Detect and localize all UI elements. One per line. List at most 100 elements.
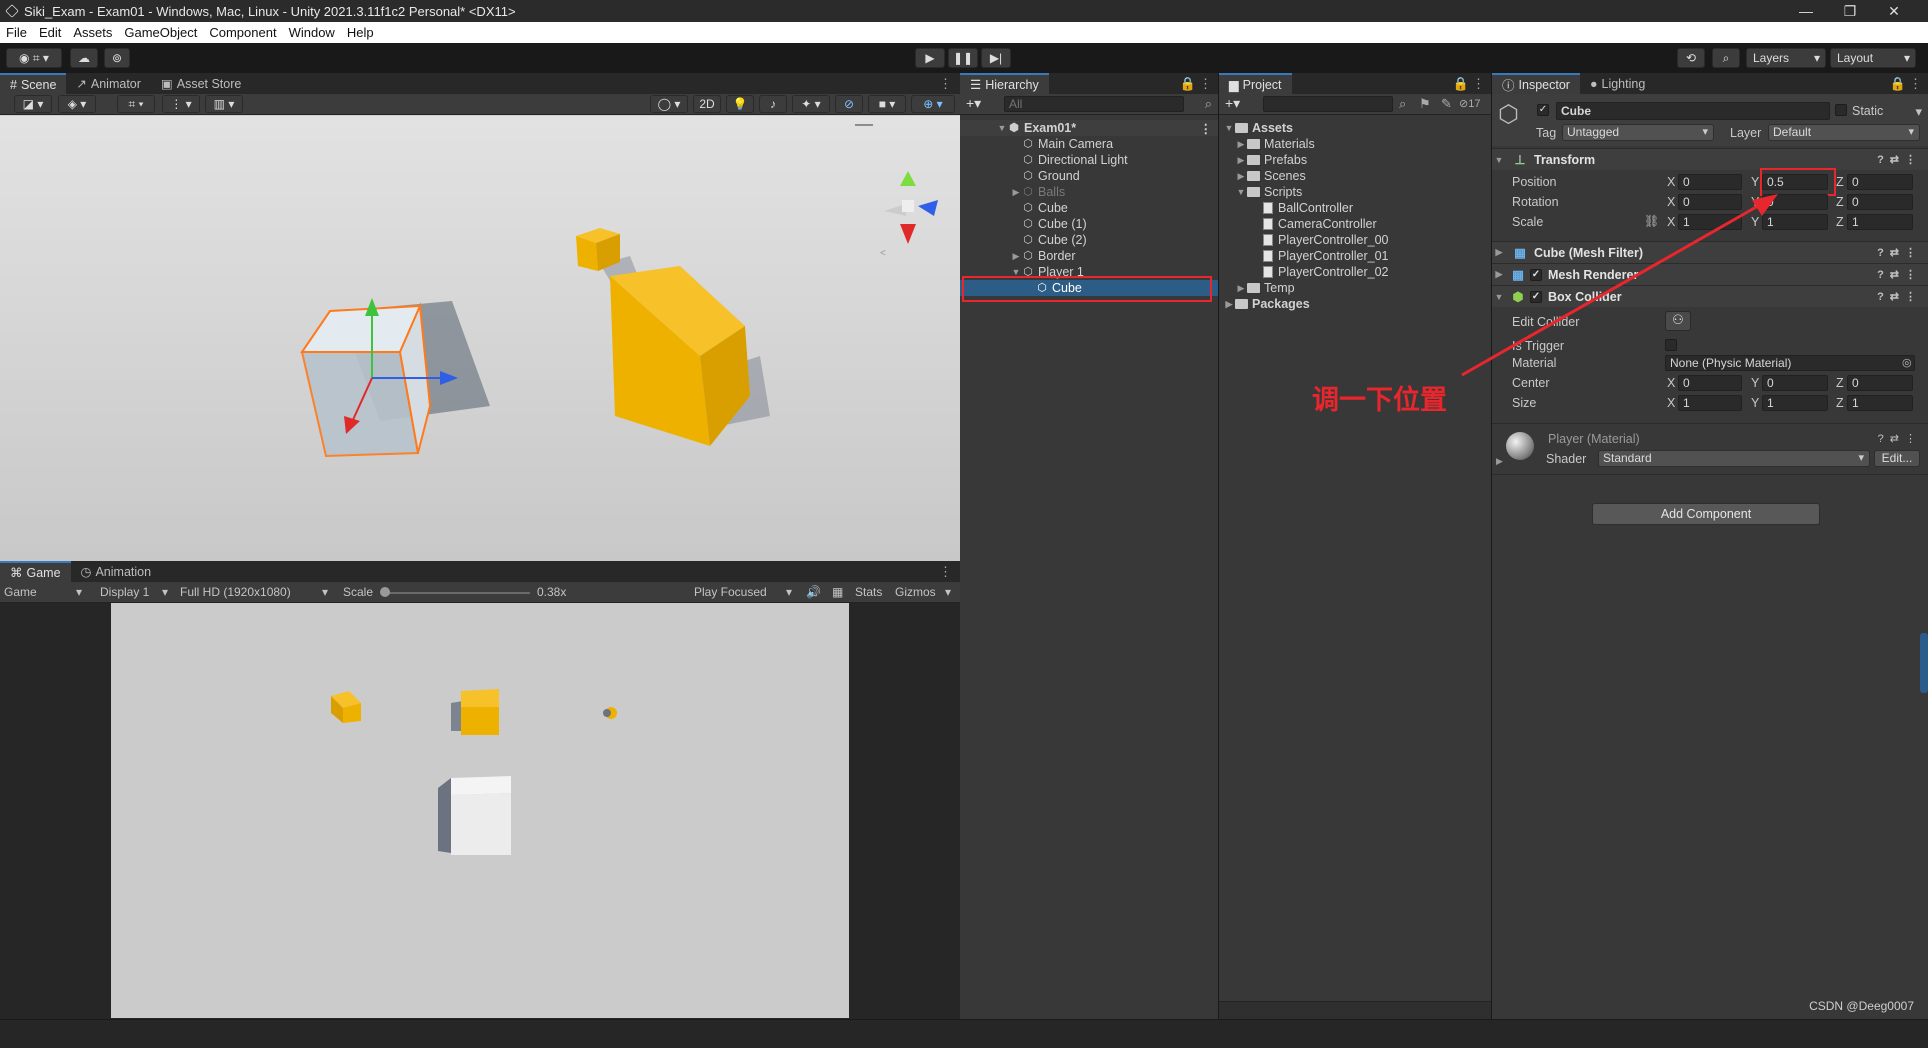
cloud-icon[interactable]: ☁ bbox=[70, 48, 98, 68]
menu-lines-icon[interactable] bbox=[855, 124, 873, 126]
tab-animation[interactable]: ◷ Animation bbox=[71, 561, 162, 582]
close-icon[interactable]: ✕ bbox=[1872, 0, 1916, 22]
menu-gameobject[interactable]: GameObject bbox=[118, 25, 203, 40]
expand-arrow-icon[interactable]: ▶ bbox=[1235, 155, 1247, 166]
component-icons[interactable]: ?⇄⋮ bbox=[1877, 290, 1922, 303]
lock-icon[interactable]: 🔒 bbox=[1890, 76, 1906, 92]
tab-game[interactable]: ⌘ Game bbox=[0, 561, 71, 582]
tab-asset-store[interactable]: ▣ Asset Store bbox=[151, 73, 251, 94]
chevron-down-icon[interactable]: ▾ bbox=[1915, 104, 1922, 120]
list-item[interactable]: ⬡ Main Camera bbox=[960, 136, 1218, 152]
object-picker-icon[interactable]: ◎ bbox=[1902, 356, 1912, 369]
grid-dropdown[interactable]: ⋮ ▾ bbox=[162, 95, 200, 113]
expand-arrow-icon[interactable]: ▶ bbox=[1235, 283, 1247, 294]
tag-dropdown[interactable]: Untagged bbox=[1562, 124, 1714, 141]
list-item[interactable]: ▶ Materials bbox=[1219, 136, 1491, 152]
static-checkbox[interactable] bbox=[1835, 104, 1847, 116]
resolution-dropdown[interactable]: Full HD (1920x1080) ▾ bbox=[180, 585, 334, 599]
list-item[interactable]: ⬡ Cube (2) bbox=[960, 232, 1218, 248]
add-component-button[interactable]: Add Component bbox=[1592, 503, 1820, 525]
expand-arrow-icon[interactable]: ▼ bbox=[1235, 187, 1247, 197]
expand-arrow-icon[interactable]: ▶ bbox=[1010, 187, 1022, 198]
component-icons[interactable]: ?⇄⋮ bbox=[1877, 246, 1922, 259]
lock-icon[interactable]: 🔒 bbox=[1180, 76, 1196, 92]
expand-arrow-icon[interactable]: ▶ bbox=[1496, 456, 1503, 467]
list-item[interactable]: ⬡ Cube (1) bbox=[960, 216, 1218, 232]
mute-audio-icon[interactable]: 🔊 bbox=[806, 585, 821, 599]
kebab-menu-icon[interactable]: ⋮ bbox=[1909, 76, 1922, 92]
account-button[interactable]: ◉ ⌗ ▾ bbox=[6, 48, 62, 68]
scale-slider-thumb[interactable] bbox=[379, 587, 390, 597]
list-item[interactable]: ▼ ⬢ Exam01* ⋮ bbox=[960, 120, 1218, 136]
shader-edit-button[interactable]: Edit... bbox=[1874, 450, 1920, 467]
active-checkbox[interactable]: ✓ bbox=[1537, 104, 1549, 116]
lighting-toggle-icon[interactable]: 💡 bbox=[726, 95, 754, 113]
gizmos-dropdown[interactable]: Gizmos ▾ bbox=[895, 585, 957, 599]
search-icon[interactable]: ⌕ bbox=[1712, 48, 1740, 68]
gizmos-dropdown[interactable]: ⊕ ▾ bbox=[911, 95, 955, 113]
expand-arrow-icon[interactable]: ▼ bbox=[1223, 123, 1235, 133]
component-icons[interactable]: ?⇄⋮ bbox=[1878, 432, 1922, 445]
draw-mode-dropdown[interactable]: ◪ ▾ bbox=[14, 95, 52, 113]
tab-hierarchy[interactable]: ☰ Hierarchy bbox=[960, 73, 1049, 94]
kebab-menu-icon[interactable]: ⋮ bbox=[1472, 76, 1485, 92]
collab-icon[interactable]: ⊚ bbox=[104, 48, 130, 68]
maximize-icon[interactable]: ❐ bbox=[1828, 0, 1872, 22]
kebab-menu-icon[interactable]: ⋮ bbox=[1199, 76, 1212, 92]
expand-arrow-icon[interactable]: ▶ bbox=[1223, 299, 1235, 310]
object-name-field[interactable]: Cube bbox=[1556, 102, 1830, 120]
hidden-packages-count[interactable]: ⊘17 bbox=[1459, 97, 1480, 110]
component-icons[interactable]: ?⇄⋮ bbox=[1877, 153, 1922, 166]
list-item[interactable]: ▼ Assets bbox=[1219, 120, 1491, 136]
effects-dropdown[interactable]: ✦ ▾ bbox=[792, 95, 830, 113]
kebab-menu-icon[interactable]: ⋮ bbox=[939, 564, 952, 580]
scene-search-icon[interactable]: ⌕ bbox=[1205, 96, 1212, 112]
hierarchy-search-input[interactable] bbox=[1004, 96, 1184, 112]
step-button[interactable]: ▶| bbox=[981, 48, 1011, 68]
tab-project[interactable]: ▆ Project bbox=[1219, 73, 1292, 94]
scene-viewport[interactable]: < bbox=[0, 116, 960, 561]
tag-icon[interactable]: ✎ bbox=[1441, 96, 1452, 112]
game-viewport[interactable] bbox=[111, 603, 849, 1018]
component-icons[interactable]: ?⇄⋮ bbox=[1877, 268, 1922, 281]
audio-toggle-icon[interactable]: ♪ bbox=[759, 95, 787, 113]
menu-component[interactable]: Component bbox=[203, 25, 282, 40]
search-by-type-icon[interactable]: ⌕ bbox=[1399, 96, 1406, 112]
scrollbar-thumb[interactable] bbox=[1920, 633, 1928, 693]
tab-lighting[interactable]: ● Lighting bbox=[1580, 73, 1655, 94]
rotation-z-field[interactable]: 0 bbox=[1847, 194, 1913, 210]
expand-arrow-icon[interactable]: ▼ bbox=[996, 123, 1008, 133]
expand-arrow-icon[interactable]: ▶ bbox=[1235, 139, 1247, 150]
tab-scene[interactable]: # Scene bbox=[0, 73, 67, 94]
layer-dropdown[interactable]: Default bbox=[1768, 124, 1920, 141]
shading-dropdown[interactable]: ◈ ▾ bbox=[58, 95, 96, 113]
minimize-icon[interactable]: — bbox=[1784, 0, 1828, 22]
list-item[interactable]: ▶ ⬡ Border bbox=[960, 248, 1218, 264]
expand-arrow-icon[interactable]: ▶ bbox=[1235, 171, 1247, 182]
play-button[interactable]: ▶ bbox=[915, 48, 945, 68]
tab-animator[interactable]: ↗ Animator bbox=[66, 73, 151, 94]
list-item[interactable]: ▶ ⬡ Balls bbox=[960, 184, 1218, 200]
2d-toggle[interactable]: 2D bbox=[693, 95, 721, 113]
increment-dropdown[interactable]: ▥ ▾ bbox=[205, 95, 243, 113]
menu-help[interactable]: Help bbox=[341, 25, 380, 40]
list-item[interactable]: ⬡ Directional Light bbox=[960, 152, 1218, 168]
menu-window[interactable]: Window bbox=[283, 25, 341, 40]
expand-arrow-icon[interactable]: ▶ bbox=[1010, 251, 1022, 262]
scale-slider-track[interactable] bbox=[382, 592, 530, 594]
display-dropdown[interactable]: Display 1 ▾ bbox=[100, 585, 170, 599]
size-z-field[interactable]: 1 bbox=[1847, 395, 1913, 411]
list-item[interactable]: ⬡ Ground bbox=[960, 168, 1218, 184]
visibility-toggle-icon[interactable]: ⊘ bbox=[835, 95, 863, 113]
kebab-menu-icon[interactable]: ⋮ bbox=[1200, 121, 1213, 136]
menu-edit[interactable]: Edit bbox=[33, 25, 67, 40]
stats-layout-icon[interactable]: ▦ bbox=[832, 585, 843, 599]
stats-button[interactable]: Stats bbox=[855, 585, 882, 599]
shader-dropdown[interactable]: Standard bbox=[1598, 450, 1870, 467]
add-icon[interactable]: +▾ bbox=[1225, 95, 1240, 112]
menu-assets[interactable]: Assets bbox=[67, 25, 118, 40]
game-mode-dropdown[interactable]: Game ▾ bbox=[4, 585, 86, 599]
draw-sphere-dropdown[interactable]: ◯ ▾ bbox=[650, 95, 688, 113]
lock-icon[interactable]: 🔒 bbox=[1453, 76, 1469, 92]
play-focused-dropdown[interactable]: Play Focused ▾ bbox=[694, 585, 794, 599]
